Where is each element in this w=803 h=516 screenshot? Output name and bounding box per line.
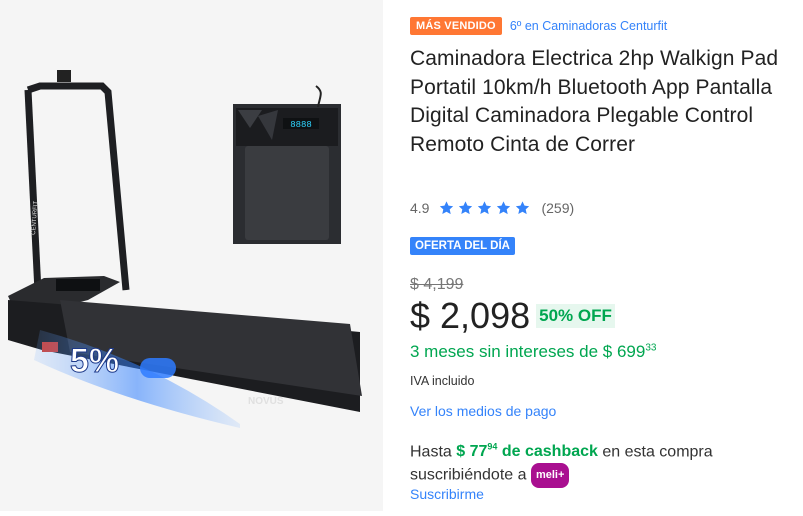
subscribe-link[interactable]: Suscribirme — [410, 486, 484, 502]
cashback-amount-group: $ 7794 de cashback — [456, 442, 598, 461]
meli-plus-logo: meli+ — [530, 463, 570, 489]
original-price: $ 4,199 — [410, 276, 464, 293]
installments-cents: 33 — [645, 342, 657, 354]
star-icon — [440, 201, 454, 215]
product-title: Caminadora Electrica 2hp Walkign Pad Por… — [410, 47, 779, 156]
treadmill-top-view-inset: 8888 — [233, 85, 341, 244]
tax-note: IVA incluido — [410, 374, 475, 388]
badges-row: MÁS VENDIDO 6º en Caminadoras Centurfit — [410, 17, 667, 35]
star-icon — [478, 201, 492, 215]
price-row: $ 2,098 50% OFF — [410, 295, 615, 337]
model-label: NOVUS — [248, 396, 284, 407]
inset-display-digits: 8888 — [290, 120, 312, 130]
incline-label: 5% — [70, 342, 119, 380]
rating-row[interactable]: 4.9 (259) — [410, 200, 574, 216]
rating-stars — [438, 200, 533, 216]
review-count: (259) — [541, 200, 575, 216]
cashback-label: de cashback — [501, 443, 598, 461]
star-icon — [459, 201, 473, 215]
discount-badge: 50% OFF — [536, 304, 615, 328]
current-price: $ 2,098 — [410, 295, 531, 336]
star-icon — [497, 201, 511, 215]
cashback-amount: $ 77 — [456, 443, 488, 461]
category-ranking-link[interactable]: 6º en Caminadoras Centurfit — [510, 19, 667, 33]
installments-info: 3 meses sin intereses de $ 69933 — [410, 342, 656, 362]
cashback-prefix: Hasta — [410, 443, 452, 461]
payment-methods-link[interactable]: Ver los medios de pago — [410, 403, 556, 419]
cashback-info: Hasta $ 7794 de cashback en esta compra … — [410, 436, 795, 489]
installments-text: 3 meses sin intereses de $ 699 — [410, 342, 646, 361]
best-seller-badge: MÁS VENDIDO — [410, 17, 502, 35]
rating-score: 4.9 — [410, 200, 430, 216]
cashback-line2: suscribiéndote a — [410, 467, 527, 485]
product-image-panel[interactable]: 8888 CENTURFIT 5% NOVUS — [0, 0, 383, 511]
cashback-cents: 94 — [487, 442, 498, 452]
treadmill-image: 8888 CENTURFIT 5% NOVUS — [8, 70, 362, 428]
star-icon — [516, 201, 530, 215]
cashback-suffix: en esta compra — [602, 443, 713, 461]
deal-of-day-badge: OFERTA DEL DÍA — [410, 237, 515, 255]
